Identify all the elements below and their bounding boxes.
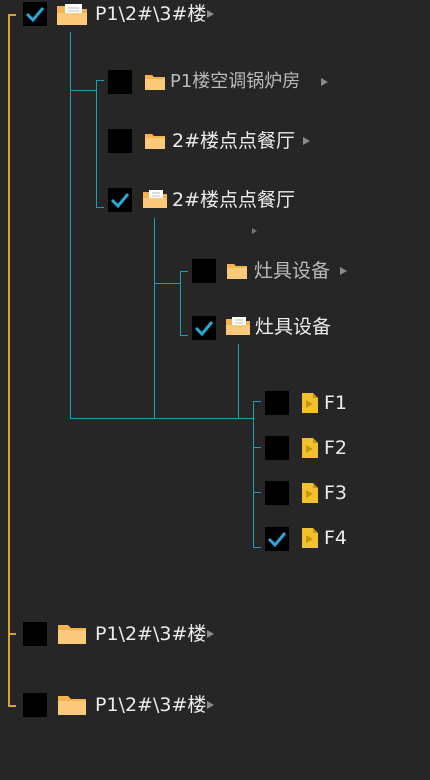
- expand-arrow-icon[interactable]: [207, 701, 214, 709]
- tree-node-level2[interactable]: 灶具设备: [188, 313, 388, 341]
- tree-node-root[interactable]: P1\2#\3#楼: [0, 691, 230, 719]
- folder-icon: [58, 696, 86, 715]
- level2-guide-line: [154, 283, 180, 284]
- tree-node-level1[interactable]: P1楼空调锅炉房: [104, 68, 334, 96]
- node-checkbox[interactable]: [265, 527, 289, 551]
- root-guide-line: [8, 14, 10, 707]
- node-label: P1\2#\3#楼: [95, 694, 207, 716]
- tree-node-file[interactable]: F2: [261, 434, 381, 462]
- tree-node-level2[interactable]: 灶具设备: [188, 257, 388, 285]
- node-checkbox[interactable]: [265, 391, 289, 415]
- file-icon: [302, 483, 318, 503]
- node-checkbox[interactable]: [108, 129, 132, 153]
- level1-guide-line: [70, 90, 96, 91]
- level3-guide-tick: [253, 447, 261, 448]
- file-icon: [302, 528, 318, 548]
- tree-node-level1[interactable]: 2#楼点点餐厅: [104, 186, 334, 214]
- node-label: F2: [324, 437, 348, 459]
- node-label: P1\2#\3#楼: [95, 623, 207, 645]
- node-label: P1\2#\3#楼: [95, 3, 207, 25]
- file-icon: [302, 393, 318, 413]
- node-checkbox[interactable]: [23, 2, 47, 26]
- level3-guide-line: [70, 418, 254, 419]
- level2-guide-tick: [180, 335, 188, 336]
- folder-icon: [145, 75, 165, 90]
- expand-arrow-icon[interactable]: [207, 10, 214, 18]
- expand-arrow-icon[interactable]: [207, 630, 214, 638]
- check-mark-icon: [194, 321, 214, 337]
- tree-node-file[interactable]: F4: [261, 524, 381, 552]
- node-checkbox[interactable]: [108, 70, 132, 94]
- level3-guide-tick: [253, 401, 261, 402]
- node-checkbox[interactable]: [265, 481, 289, 505]
- node-checkbox[interactable]: [23, 693, 47, 717]
- expand-arrow-icon[interactable]: [303, 137, 310, 145]
- node-checkbox[interactable]: [265, 436, 289, 460]
- level1-guide-tick: [96, 80, 104, 81]
- expand-arrow-icon[interactable]: [340, 267, 347, 275]
- folder-open-icon: [57, 4, 87, 25]
- check-mark-icon: [267, 532, 287, 548]
- tree-node-level1[interactable]: 2#楼点点餐厅: [104, 127, 334, 155]
- node-label: 灶具设备: [255, 316, 332, 338]
- check-mark-icon: [110, 193, 130, 209]
- folder-icon: [227, 264, 247, 279]
- level3-guide-line: [253, 401, 254, 547]
- level3-guide-line: [238, 344, 239, 418]
- folder-icon: [58, 625, 86, 644]
- tree-node-file[interactable]: F3: [261, 479, 381, 507]
- level1-guide-line: [96, 80, 97, 207]
- node-label: P1楼空调锅炉房: [170, 71, 301, 92]
- file-icon: [302, 438, 318, 458]
- expand-arrow-icon[interactable]: [252, 228, 257, 234]
- node-label: F4: [324, 527, 348, 549]
- tree-node-root[interactable]: P1\2#\3#楼: [0, 620, 230, 648]
- node-label: 2#楼点点餐厅: [172, 130, 296, 152]
- level2-guide-line: [154, 218, 155, 419]
- folder-open-icon: [143, 190, 167, 208]
- tree-node-root-top[interactable]: P1\2#\3#楼: [0, 0, 230, 28]
- node-checkbox[interactable]: [108, 188, 132, 212]
- node-label: 2#楼点点餐厅: [172, 189, 296, 211]
- node-label: F3: [324, 482, 348, 504]
- level3-guide-tick: [253, 547, 261, 548]
- expand-arrow-icon[interactable]: [321, 78, 328, 86]
- node-checkbox[interactable]: [192, 316, 216, 340]
- level2-guide-tick: [180, 271, 188, 272]
- level2-guide-line: [180, 271, 181, 335]
- level3-guide-tick: [253, 492, 261, 493]
- level1-guide-tick: [96, 207, 104, 208]
- node-label: 灶具设备: [254, 260, 331, 282]
- check-mark-icon: [25, 7, 45, 23]
- folder-icon: [145, 134, 165, 149]
- folder-open-icon: [226, 317, 250, 335]
- node-label: F1: [324, 392, 348, 414]
- tree-node-file[interactable]: F1: [261, 389, 381, 417]
- node-checkbox[interactable]: [23, 622, 47, 646]
- node-checkbox[interactable]: [192, 259, 216, 283]
